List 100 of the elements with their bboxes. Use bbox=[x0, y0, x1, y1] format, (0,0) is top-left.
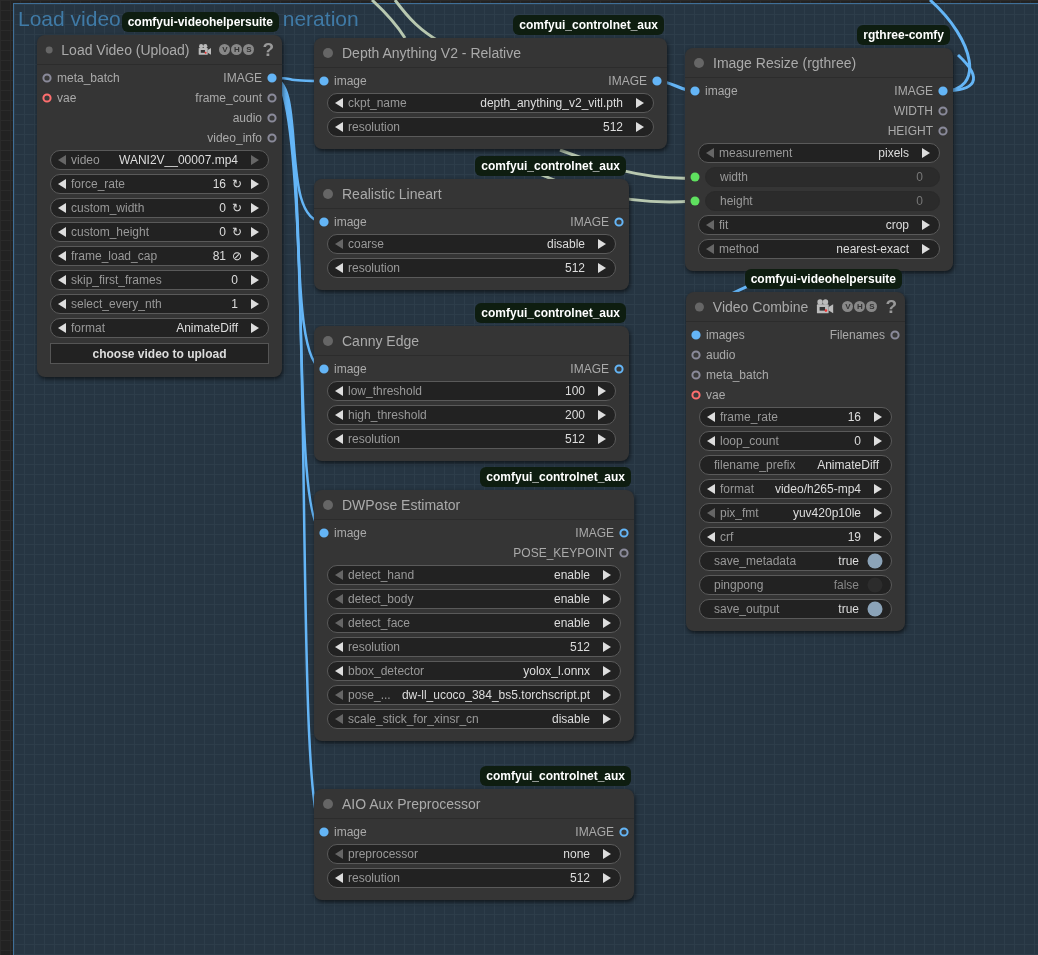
output-label: video_info bbox=[207, 131, 262, 145]
source-badge: comfyui-videohelpersuite bbox=[121, 12, 279, 32]
combo-widget[interactable]: select_every_nth 1 bbox=[50, 294, 269, 314]
combo-widget[interactable]: video WANI2V__00007.mp4 bbox=[50, 150, 269, 170]
input-dot-icon bbox=[690, 172, 700, 182]
node-title: DWPose Estimator bbox=[342, 496, 461, 513]
upload-button[interactable]: choose video to upload bbox=[50, 343, 269, 364]
output-label: IMAGE bbox=[575, 825, 614, 839]
output-label: HEIGHT bbox=[887, 124, 933, 138]
group-title: neration bbox=[282, 6, 359, 32]
output-label: IMAGE bbox=[608, 74, 647, 88]
output-label: Filenames bbox=[829, 328, 885, 342]
collapse-dot-icon bbox=[693, 56, 705, 69]
input-label: audio bbox=[706, 348, 736, 362]
node-title: Image Resize (rgthree) bbox=[713, 54, 857, 71]
node-title: AIO Aux Preprocessor bbox=[342, 795, 481, 812]
source-badge: rgthree-comfy bbox=[857, 25, 950, 45]
combo-widget[interactable]: detect_body enable bbox=[327, 589, 621, 609]
input-label: image bbox=[334, 362, 367, 376]
combo-widget[interactable]: loop_count 0 bbox=[699, 431, 892, 451]
converted-widget: width 0 bbox=[705, 167, 940, 187]
toggle-knob-icon bbox=[867, 577, 883, 593]
toggle-switch[interactable]: save_output true bbox=[699, 599, 892, 619]
collapse-dot-icon bbox=[322, 334, 334, 347]
toggle-switch[interactable]: pingpong false bbox=[699, 575, 892, 595]
combo-widget[interactable]: resolution 512 bbox=[327, 429, 616, 449]
logo-letter: V bbox=[219, 44, 231, 55]
node-title: Canny Edge bbox=[342, 332, 420, 349]
combo-widget[interactable]: resolution 512 bbox=[327, 868, 621, 888]
combo-widget[interactable]: coarse disable bbox=[327, 234, 616, 254]
toggle-switch[interactable]: save_metadata true bbox=[699, 551, 892, 571]
combo-widget[interactable]: measurement pixels bbox=[698, 143, 940, 163]
logo-letter: H bbox=[854, 301, 866, 312]
help-button[interactable]: ? bbox=[885, 295, 897, 318]
toggle-knob-icon bbox=[867, 553, 883, 569]
source-badge: comfyui_controlnet_aux bbox=[475, 156, 626, 176]
node-title: Realistic Lineart bbox=[342, 185, 442, 202]
output-label: POSE_KEYPOINT bbox=[513, 546, 614, 560]
input-label: vae bbox=[706, 388, 726, 402]
node-title: Load Video (Upload) bbox=[61, 41, 190, 58]
output-label: IMAGE bbox=[223, 71, 262, 85]
output-label: audio bbox=[232, 111, 262, 125]
input-label: images bbox=[706, 328, 745, 342]
input-label: vae bbox=[57, 91, 77, 105]
source-badge: comfyui_controlnet_aux bbox=[480, 467, 631, 487]
combo-widget[interactable]: skip_first_frames 0 bbox=[50, 270, 269, 290]
converted-widget: height 0 bbox=[705, 191, 940, 211]
input-label: image bbox=[334, 526, 367, 540]
combo-widget[interactable]: frame_rate 16 bbox=[699, 407, 892, 427]
collapse-dot-icon bbox=[322, 498, 334, 511]
combo-widget[interactable]: custom_width 0 ↻ bbox=[50, 198, 269, 218]
group-title: Load video bbox=[18, 6, 121, 32]
source-badge: comfyui_controlnet_aux bbox=[513, 15, 664, 35]
combo-widget[interactable]: crf 19 bbox=[699, 527, 892, 547]
combo-widget[interactable]: fit crop bbox=[698, 215, 940, 235]
node-title: Video Combine bbox=[712, 298, 809, 315]
logo-letter: S bbox=[243, 44, 255, 55]
output-label: WIDTH bbox=[893, 104, 933, 118]
combo-widget[interactable]: pix_fmt yuv420p10le bbox=[699, 503, 892, 523]
logo-letter: V bbox=[842, 301, 854, 312]
input-dot-icon bbox=[690, 196, 700, 206]
collapse-dot-icon bbox=[322, 46, 334, 59]
source-badge: comfyui_controlnet_aux bbox=[480, 766, 631, 786]
output-label: IMAGE bbox=[570, 362, 609, 376]
combo-widget[interactable]: low_threshold 100 bbox=[327, 381, 616, 401]
combo-widget[interactable]: pose_... dw-ll_ucoco_384_bs5.torchscript.pt bbox=[327, 685, 621, 705]
connection-wire bbox=[371, 0, 407, 39]
toggle-knob-icon bbox=[867, 601, 883, 617]
combo-widget[interactable]: detect_hand enable bbox=[327, 565, 621, 585]
combo-widget[interactable]: ckpt_name depth_anything_v2_vitl.pth bbox=[327, 93, 654, 113]
source-badge: comfyui_controlnet_aux bbox=[475, 303, 626, 323]
combo-widget[interactable]: bbox_detector yolox_l.onnx bbox=[327, 661, 621, 681]
camera-icon bbox=[816, 297, 835, 316]
help-button[interactable]: ? bbox=[262, 38, 274, 61]
collapse-dot-icon bbox=[322, 187, 334, 200]
combo-widget[interactable]: method nearest-exact bbox=[698, 239, 940, 259]
combo-widget[interactable]: detect_face enable bbox=[327, 613, 621, 633]
collapse-dot-icon bbox=[322, 797, 334, 810]
output-label: frame_count bbox=[195, 91, 262, 105]
combo-widget[interactable]: custom_height 0 ↻ bbox=[50, 222, 269, 242]
combo-widget[interactable]: format AnimateDiff bbox=[50, 318, 269, 338]
combo-widget[interactable]: resolution 512 bbox=[327, 258, 616, 278]
logo-letter: H bbox=[231, 44, 243, 55]
source-badge: comfyui-videohelpersuite bbox=[744, 269, 902, 289]
combo-widget[interactable]: resolution 512 bbox=[327, 637, 621, 657]
combo-widget[interactable]: frame_load_cap 81 ⊘ bbox=[50, 246, 269, 266]
node-title: Depth Anything V2 - Relative bbox=[342, 44, 521, 61]
output-label: IMAGE bbox=[575, 526, 614, 540]
input-label: image bbox=[334, 825, 367, 839]
input-label: meta_batch bbox=[57, 71, 120, 85]
text-field[interactable]: filename_prefix AnimateDiff bbox=[699, 455, 892, 475]
logo-letter: S bbox=[866, 301, 878, 312]
collapse-dot-icon bbox=[694, 300, 705, 313]
combo-widget[interactable]: preprocessor none bbox=[327, 844, 621, 864]
combo-widget[interactable]: force_rate 16 ↻ bbox=[50, 174, 269, 194]
combo-widget[interactable]: high_threshold 200 bbox=[327, 405, 616, 425]
combo-widget[interactable]: format video/h265-mp4 bbox=[699, 479, 892, 499]
output-label: IMAGE bbox=[894, 84, 933, 98]
combo-widget[interactable]: resolution 512 bbox=[327, 117, 654, 137]
combo-widget[interactable]: scale_stick_for_xinsr_cn disable bbox=[327, 709, 621, 729]
